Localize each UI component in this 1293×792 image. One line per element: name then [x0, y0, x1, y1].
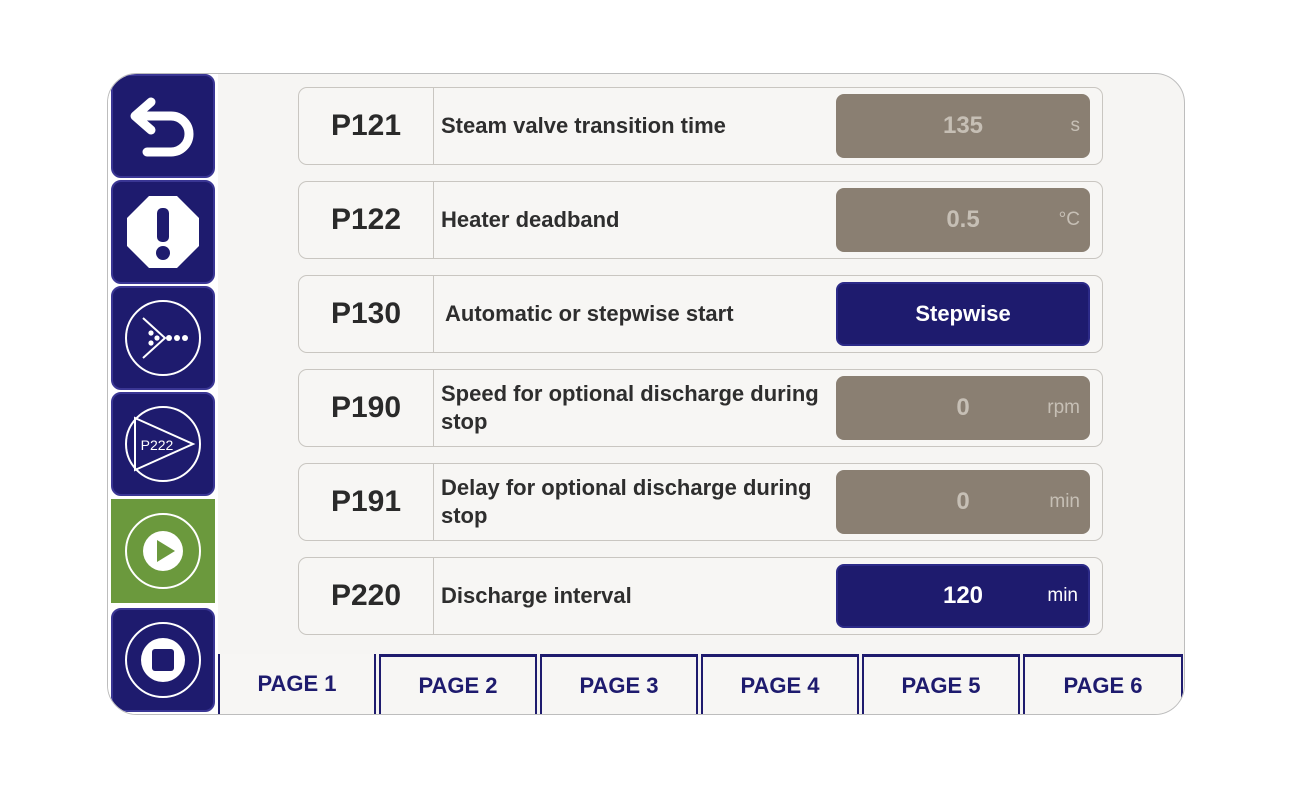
tab-page-5[interactable]: PAGE 5 [862, 654, 1020, 714]
param-label: Heater deadband [441, 207, 620, 232]
discharge-button[interactable] [111, 286, 215, 390]
param-value-field: 135 s [836, 94, 1090, 158]
stop-button[interactable] [111, 608, 215, 712]
param-code: P190 [299, 370, 434, 446]
param-value-field: 0 rpm [836, 376, 1090, 440]
param-value: 135 [942, 112, 984, 139]
tab-page-1[interactable]: PAGE 1 [218, 654, 376, 714]
tab-page-3[interactable]: PAGE 3 [540, 654, 698, 714]
param-label: Speed for optional discharge during stop [441, 381, 819, 434]
param-code: P121 [299, 88, 434, 164]
tab-page-2[interactable]: PAGE 2 [379, 654, 537, 714]
page-tabs: PAGE 1 PAGE 2 PAGE 3 PAGE 4 PAGE 5 PAGE … [218, 654, 1184, 714]
param-row: P190 Speed for optional discharge during… [298, 369, 1103, 447]
param-unit: min [1049, 491, 1080, 512]
param-label: Steam valve transition time [441, 113, 726, 138]
back-arrow-icon [130, 97, 194, 157]
start-button[interactable] [111, 499, 215, 603]
param-label: Automatic or stepwise start [445, 301, 734, 326]
param-value-field: 0.5 °C [836, 188, 1090, 252]
alarm-button[interactable] [111, 180, 215, 284]
partial-discharge-button[interactable]: P222 [111, 392, 215, 496]
param-code: P220 [299, 558, 434, 634]
alarm-octagon-icon [127, 196, 199, 268]
discharge-icon [125, 300, 201, 376]
param-row: P191 Delay for optional discharge during… [298, 463, 1103, 541]
param-unit: rpm [1047, 397, 1080, 418]
p222-label: P222 [141, 437, 174, 453]
param-row: P220 Discharge interval 120 min [298, 557, 1103, 635]
param-value: 0.5 [946, 206, 980, 233]
param-value: Stepwise [915, 301, 1011, 326]
discharge-interval-input[interactable]: 120 min [836, 564, 1090, 628]
param-row: P121 Steam valve transition time 135 s [298, 87, 1103, 165]
tab-page-4[interactable]: PAGE 4 [701, 654, 859, 714]
back-button[interactable] [111, 74, 215, 178]
param-label: Discharge interval [441, 583, 632, 608]
stop-icon [125, 622, 201, 698]
param-unit: °C [1058, 209, 1080, 230]
sidebar: P222 [108, 74, 218, 714]
param-row: P122 Heater deadband 0.5 °C [298, 181, 1103, 259]
parameter-list: P121 Steam valve transition time 135 s P… [218, 74, 1184, 656]
param-value-field: 0 min [836, 470, 1090, 534]
device-frame: P222 P121 Steam valve transition time 13… [107, 73, 1185, 715]
discharge-p222-icon: P222 [125, 406, 201, 482]
param-unit: s [1070, 115, 1081, 136]
param-unit: min [1047, 585, 1078, 606]
start-mode-selector[interactable]: Stepwise [836, 282, 1090, 346]
param-code: P130 [299, 276, 434, 352]
tab-page-6[interactable]: PAGE 6 [1023, 654, 1183, 714]
param-label: Delay for optional discharge during stop [441, 475, 812, 528]
play-icon [125, 513, 201, 589]
param-row: P130 Automatic or stepwise start Stepwis… [298, 275, 1103, 353]
param-code: P122 [299, 182, 434, 258]
param-code: P191 [299, 464, 434, 540]
